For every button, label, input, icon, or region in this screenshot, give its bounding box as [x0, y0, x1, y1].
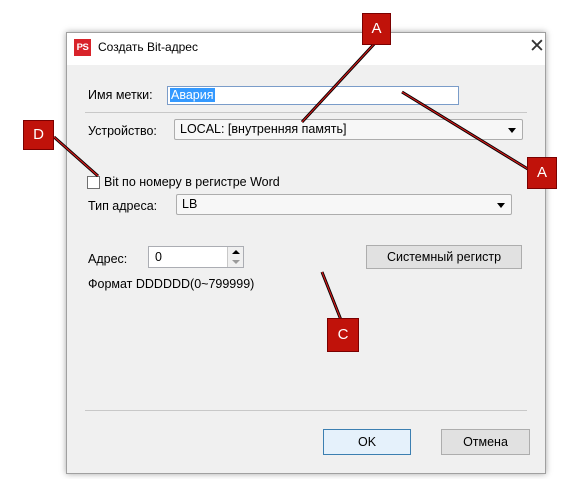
callout-a-top: A	[362, 13, 391, 45]
callout-line-a-top-inner	[301, 41, 377, 123]
callout-line-a-right-inner	[401, 91, 537, 175]
callout-lines	[53, 40, 537, 321]
callout-line-d-inner	[53, 136, 99, 177]
callout-line-c-inner	[321, 271, 342, 321]
callout-d: D	[23, 120, 54, 150]
callout-a-right: A	[527, 157, 557, 189]
callout-c: C	[327, 318, 359, 352]
